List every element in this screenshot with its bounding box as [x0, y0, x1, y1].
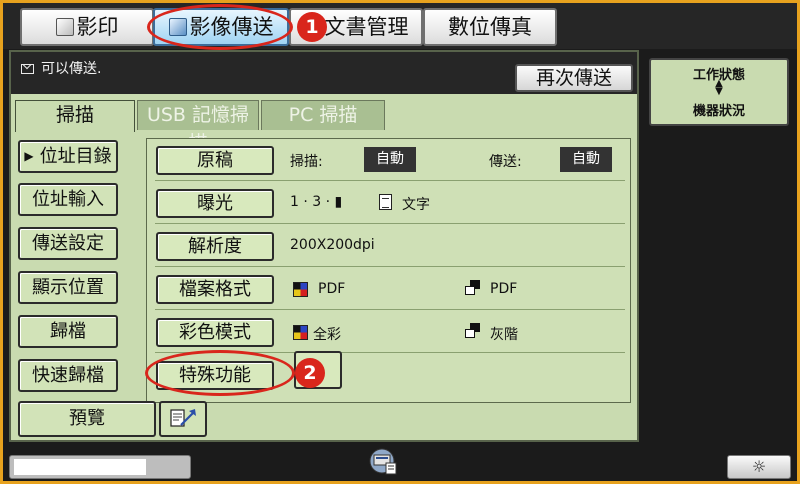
exposure-level: 1 · 3 · ▮	[290, 194, 343, 210]
callout-ring-image-send	[147, 4, 293, 50]
color-mode-color-value: 全彩	[313, 327, 341, 343]
job-queue-icon[interactable]	[366, 446, 400, 476]
tab-usb-scan[interactable]: USB 記憶掃描	[137, 100, 259, 154]
row-divider	[155, 266, 625, 267]
tab-document-filing-label: 文書管理	[324, 15, 409, 39]
exposure-text: 文字	[402, 197, 430, 213]
preview-image-button[interactable]	[159, 401, 207, 437]
resend-button[interactable]: 再次傳送	[515, 64, 633, 92]
bottom-bar: ☼	[3, 443, 797, 481]
send-label: 傳送:	[489, 154, 522, 170]
copy-icon	[55, 18, 74, 36]
tab-copy[interactable]: 影印	[20, 8, 154, 46]
sidebar-item-quick-file[interactable]: 快速歸檔	[18, 359, 118, 392]
color-mode-bw-value: 灰階	[490, 327, 518, 343]
progress-fill	[14, 459, 147, 475]
mode-bar: 影印 影像傳送 文書管理 數位傳真	[3, 3, 797, 49]
preview-button[interactable]: 預覽	[18, 401, 156, 437]
touch-screen: 影印 影像傳送 文書管理 數位傳真 可以傳送. 再次傳送 掃描 USB 記憶掃描…	[3, 3, 797, 481]
preview-icon	[170, 409, 196, 427]
main-panel: 可以傳送. 再次傳送 掃描 USB 記憶掃描 PC 掃描 ▶位址目錄 位址輸入 …	[9, 50, 639, 442]
document-icon	[379, 194, 392, 210]
sidebar-item-label: 位址目錄	[39, 146, 112, 167]
tab-digital-fax[interactable]: 數位傳真	[423, 8, 557, 46]
tab-pc-scan[interactable]: PC 掃描	[261, 100, 385, 130]
toggle-arrows-icon: ▲ ▼	[715, 78, 723, 97]
brightness-button[interactable]: ☼	[727, 455, 791, 479]
scan-label: 掃描:	[290, 154, 323, 170]
sidebar-item-send-settings[interactable]: 傳送設定	[18, 227, 118, 260]
sidebar-item-display-position[interactable]: 顯示位置	[18, 271, 118, 304]
brightness-icon: ☼	[751, 457, 767, 476]
machine-status-label: 機器狀況	[692, 104, 745, 119]
callout-badge-1: 1	[297, 12, 327, 42]
color-mode-icon	[293, 325, 308, 340]
mail-icon	[21, 64, 34, 74]
exposure-button[interactable]: 曝光	[156, 189, 274, 218]
tab-digital-fax-label: 數位傳真	[448, 15, 532, 39]
tab-copy-label: 影印	[76, 15, 119, 39]
file-format-color-value: PDF	[318, 281, 346, 297]
status-bar: 可以傳送. 再次傳送	[11, 52, 637, 94]
color-mode-button[interactable]: 彩色模式	[156, 318, 274, 347]
job-status-panel[interactable]: 工作狀態 ▲ ▼ 機器狀況	[649, 58, 789, 126]
row-divider	[155, 223, 625, 224]
row-divider	[155, 180, 625, 181]
color-mode-icon	[293, 282, 308, 297]
row-divider	[155, 309, 625, 310]
status-message: 可以傳送.	[41, 61, 102, 77]
selected-arrow-icon: ▶	[24, 149, 34, 163]
sidebar-item-filing[interactable]: 歸檔	[18, 315, 118, 348]
sidebar-item-address-book[interactable]: ▶ 位址目錄	[18, 140, 118, 173]
bw-mode-icon	[465, 323, 480, 338]
bw-mode-icon	[465, 280, 480, 295]
sidebar-item-address-entry[interactable]: 位址輸入	[18, 183, 118, 216]
callout-badge-2: 2	[295, 358, 325, 388]
original-button[interactable]: 原稿	[156, 146, 274, 175]
scan-value: 自動	[364, 147, 416, 172]
resolution-button[interactable]: 解析度	[156, 232, 274, 261]
resolution-value: 200X200dpi	[290, 237, 375, 253]
file-format-bw-value: PDF	[490, 281, 518, 297]
callout-ring-special-modes	[145, 350, 295, 396]
progress-bar	[9, 455, 191, 479]
send-value: 自動	[560, 147, 612, 172]
tab-scan[interactable]: 掃描	[15, 100, 135, 132]
file-format-button[interactable]: 檔案格式	[156, 275, 274, 304]
